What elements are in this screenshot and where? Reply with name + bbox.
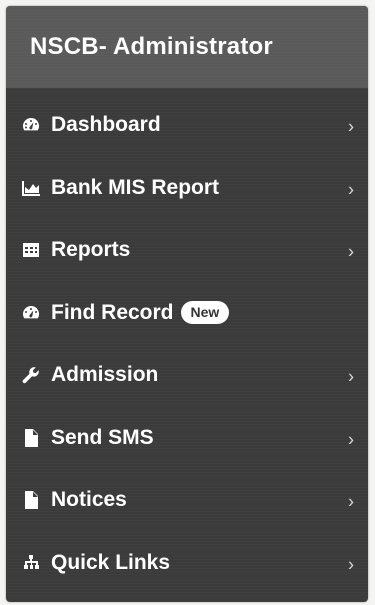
sidebar-item-quick-links[interactable]: Quick Links › — [6, 532, 368, 595]
sidebar-item-bank-mis-report[interactable]: Bank MIS Report › — [6, 157, 368, 220]
sidebar-item-reports[interactable]: Reports › — [6, 219, 368, 282]
sidebar-item-label: Send SMS — [51, 425, 154, 449]
sidebar-item-send-sms[interactable]: Send SMS › — [6, 407, 368, 470]
sidebar-item-label: Dashboard — [51, 113, 161, 137]
sidebar-item-find-record[interactable]: Find Record New — [6, 282, 368, 345]
sidebar-item-dashboard[interactable]: Dashboard › — [6, 94, 368, 157]
sidebar-item-label: Admission — [51, 363, 159, 387]
dashboard-icon — [20, 302, 42, 324]
sitemap-icon — [20, 552, 42, 574]
sidebar-menu: Dashboard › Bank MIS Report › Reports › … — [6, 88, 368, 594]
sidebar-item-label: Quick Links — [51, 550, 171, 574]
sidebar-item-label: Notices — [51, 488, 127, 512]
chevron-right-icon: › — [348, 366, 354, 387]
chevron-right-icon: › — [348, 241, 354, 262]
wrench-icon — [20, 364, 42, 386]
dashboard-icon — [20, 114, 42, 136]
chevron-right-icon: › — [348, 116, 354, 137]
chevron-right-icon: › — [348, 554, 354, 575]
file-icon — [20, 489, 42, 511]
sidebar-item-label: Reports — [51, 238, 131, 262]
sidebar-item-label: Find Record — [51, 300, 174, 324]
new-badge: New — [180, 301, 230, 325]
app-title: NSCB- Administrator — [30, 33, 273, 60]
sidebar-header: NSCB- Administrator — [6, 6, 368, 88]
chevron-right-icon: › — [348, 179, 354, 200]
area-chart-icon — [20, 177, 42, 199]
sidebar: NSCB- Administrator Dashboard › Bank MIS… — [6, 6, 368, 602]
table-icon — [20, 239, 42, 261]
file-icon — [20, 427, 42, 449]
chevron-right-icon: › — [348, 429, 354, 450]
chevron-right-icon: › — [348, 491, 354, 512]
sidebar-item-notices[interactable]: Notices › — [6, 469, 368, 532]
sidebar-item-label: Bank MIS Report — [51, 175, 220, 199]
sidebar-item-admission[interactable]: Admission › — [6, 344, 368, 407]
